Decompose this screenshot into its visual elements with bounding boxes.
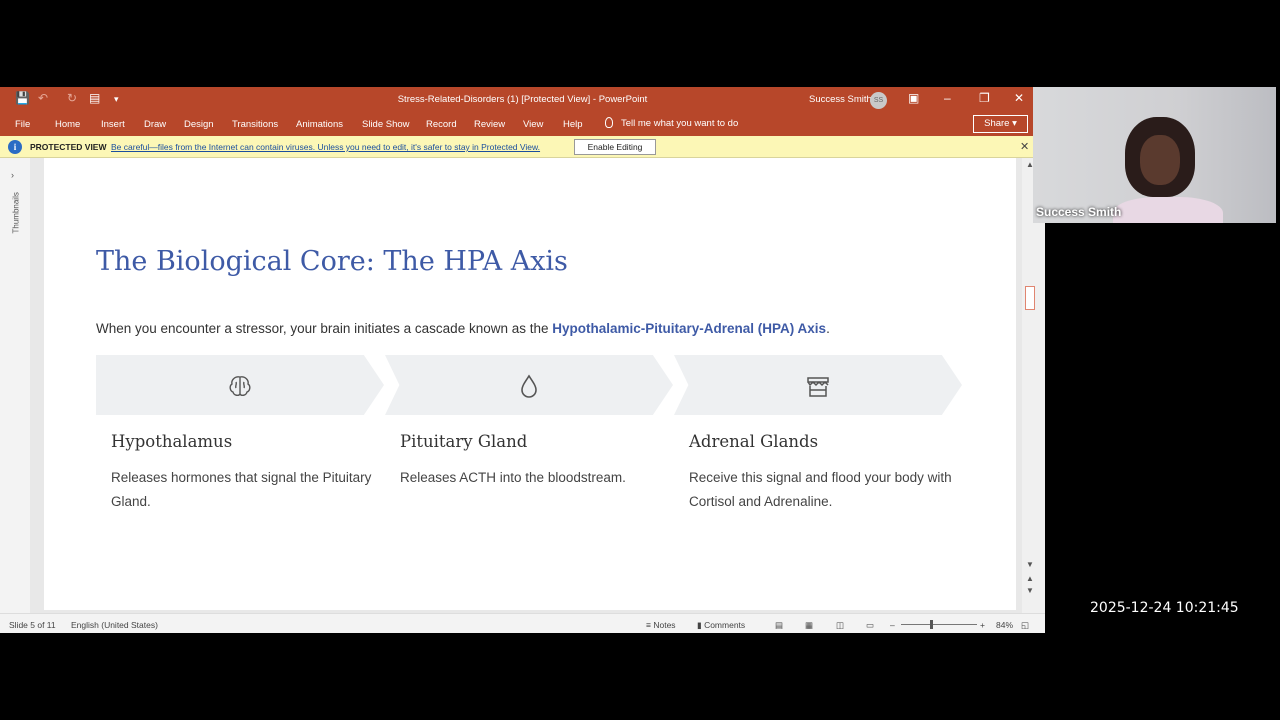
storefront-icon	[807, 377, 829, 397]
slide-title: The Biological Core: The HPA Axis	[96, 246, 568, 277]
tab-file[interactable]: File	[15, 119, 30, 130]
tab-view[interactable]: View	[523, 119, 543, 130]
slide-intro: When you encounter a stressor, your brai…	[96, 321, 830, 336]
tab-draw[interactable]: Draw	[144, 119, 166, 130]
webcam-person-face	[1140, 135, 1180, 185]
step-title-adrenal: Adrenal Glands	[689, 432, 819, 451]
zoom-out-icon[interactable]: –	[890, 620, 895, 630]
webcam-overlay: Success Smith	[1033, 87, 1276, 223]
thumbnails-label[interactable]: Thumbnails	[12, 192, 21, 233]
avatar[interactable]: SS	[870, 92, 887, 109]
restore-button[interactable]: ❐	[979, 91, 990, 105]
fit-to-window-icon[interactable]: ◱	[1021, 620, 1029, 631]
account-name[interactable]: Success Smith	[809, 94, 872, 105]
normal-view-icon[interactable]: ▤	[775, 620, 783, 631]
tab-record[interactable]: Record	[426, 119, 457, 130]
tab-design[interactable]: Design	[184, 119, 214, 130]
slide-show-icon[interactable]: ▭	[866, 620, 874, 631]
ribbon-display-options-icon[interactable]: ▣	[908, 91, 919, 105]
comment-icon: ▮	[697, 620, 702, 630]
previous-slide-icon[interactable]: ▲	[1026, 574, 1034, 583]
document-title: Stress-Related-Disorders (1) [Protected …	[397, 94, 648, 105]
expand-thumbnails-icon[interactable]: ›	[11, 170, 14, 180]
step-desc-adrenal: Receive this signal and flood your body …	[689, 470, 952, 509]
title-bar: 💾 ↶ ↻ ▤ ▾ Stress-Related-Disorders (1) […	[0, 87, 1045, 112]
step-title-pituitary: Pituitary Gland	[400, 432, 528, 451]
step-title-hypothalamus: Hypothalamus	[111, 432, 233, 451]
step-chevron-1	[96, 355, 384, 415]
notes-button[interactable]: ≡ Notes	[646, 620, 676, 630]
share-label: Share	[984, 118, 1010, 129]
zoom-slider[interactable]	[901, 624, 977, 625]
language-indicator[interactable]: English (United States)	[71, 620, 158, 630]
vertical-scrollbar[interactable]: ▲ ▼ ▲ ▼	[1022, 158, 1045, 613]
notes-icon: ≡	[646, 620, 651, 630]
minimize-button[interactable]: –	[944, 91, 951, 105]
tab-animations[interactable]: Animations	[296, 119, 343, 130]
tab-insert[interactable]: Insert	[101, 119, 125, 130]
slide-counter: Slide 5 of 11	[9, 620, 56, 630]
step-desc-pituitary: Releases ACTH into the bloodstream.	[400, 470, 626, 485]
intro-text: When you encounter a stressor, your brai…	[96, 321, 553, 336]
scroll-down-icon[interactable]: ▼	[1026, 560, 1034, 569]
share-button[interactable]: Share ▾	[973, 115, 1028, 133]
screen: 💾 ↶ ↻ ▤ ▾ Stress-Related-Disorders (1) […	[0, 0, 1280, 720]
brain-icon	[229, 376, 251, 397]
status-bar: Slide 5 of 11 English (United States) ≡ …	[0, 613, 1045, 633]
intro-suffix: .	[826, 321, 830, 336]
ribbon-tabs: File Home Insert Draw Design Transitions…	[0, 112, 1045, 136]
step-chevron-2	[385, 355, 673, 415]
tab-help[interactable]: Help	[563, 119, 583, 130]
comments-button[interactable]: ▮ Comments	[697, 620, 745, 631]
powerpoint-window: 💾 ↶ ↻ ▤ ▾ Stress-Related-Disorders (1) […	[0, 87, 1045, 633]
slide-editor-area: The Biological Core: The HPA Axis When y…	[30, 158, 1022, 613]
reading-view-icon[interactable]: ◫	[836, 620, 844, 631]
zoom-level[interactable]: 84%	[996, 620, 1013, 630]
tab-home[interactable]: Home	[55, 119, 80, 130]
close-button[interactable]: ✕	[1014, 91, 1024, 105]
tab-transitions[interactable]: Transitions	[232, 119, 278, 130]
tell-me-search[interactable]: Tell me what you want to do	[605, 117, 738, 129]
tab-slide-show[interactable]: Slide Show	[362, 119, 410, 130]
slide-sorter-icon[interactable]: ▦	[805, 620, 813, 631]
zoom-in-icon[interactable]: +	[980, 620, 985, 630]
slide-canvas: The Biological Core: The HPA Axis When y…	[44, 158, 1016, 610]
tab-review[interactable]: Review	[474, 119, 505, 130]
tell-me-label: Tell me what you want to do	[621, 118, 739, 129]
enable-editing-button[interactable]: Enable Editing	[574, 139, 656, 155]
lightbulb-icon	[605, 117, 613, 128]
info-shield-icon: i	[8, 140, 22, 154]
protected-view-bar: i PROTECTED VIEW Be careful—files from t…	[0, 136, 1045, 158]
zoom-slider-handle[interactable]	[930, 620, 933, 629]
comments-label: Comments	[704, 620, 746, 630]
webcam-name-label: Success Smith	[1036, 205, 1122, 219]
close-icon[interactable]: ✕	[1020, 140, 1029, 153]
timestamp: 2025-12-24 10:21:45	[1090, 600, 1239, 616]
webcam-person-body	[1113, 197, 1223, 223]
scroll-thumb[interactable]	[1025, 286, 1035, 310]
step-desc-hypothalamus: Releases hormones that signal the Pituit…	[111, 470, 372, 509]
notes-label: Notes	[653, 620, 676, 630]
step-chevron-3	[674, 355, 962, 415]
protected-view-message[interactable]: Be careful—files from the Internet can c…	[111, 142, 540, 152]
next-slide-icon[interactable]: ▼	[1026, 586, 1034, 595]
intro-highlight: Hypothalamic-Pituitary-Adrenal (HPA) Axi…	[552, 321, 827, 336]
protected-view-label: PROTECTED VIEW	[30, 142, 107, 152]
droplet-icon	[521, 374, 537, 398]
thumbnails-pane: › Thumbnails	[0, 158, 30, 613]
